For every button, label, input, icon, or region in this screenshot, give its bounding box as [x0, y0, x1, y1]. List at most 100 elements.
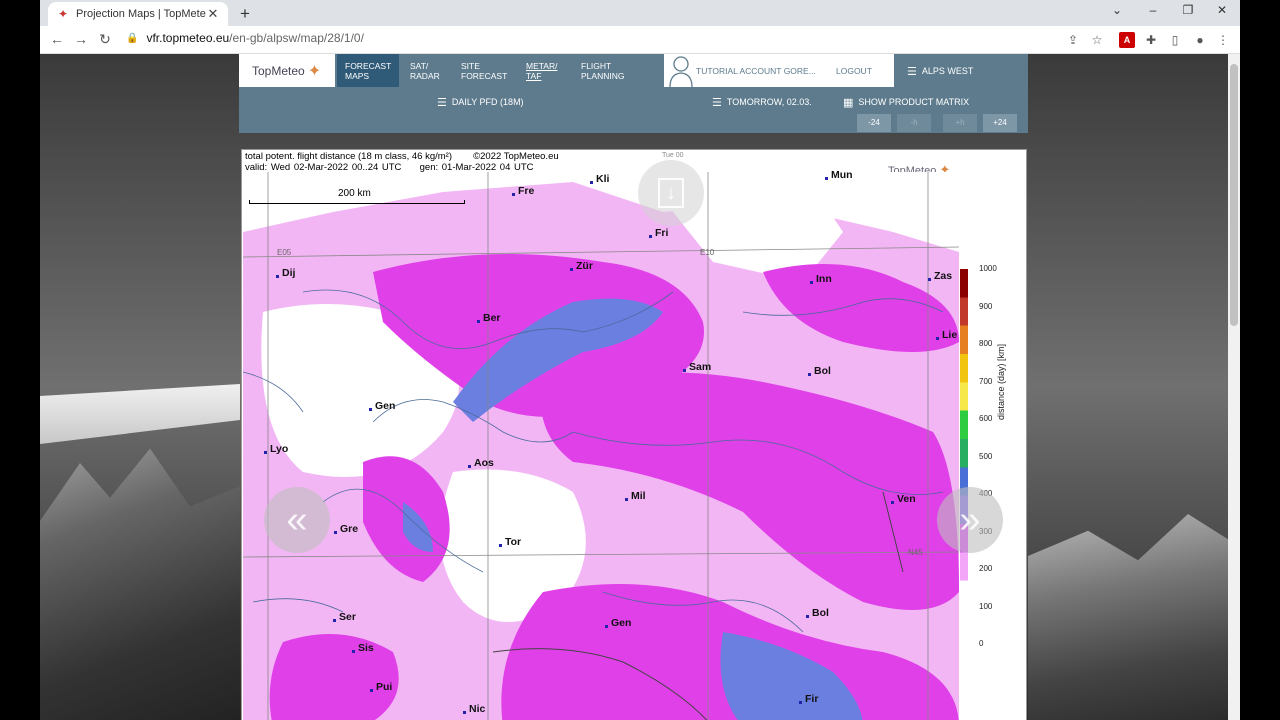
city-label: Fri — [648, 227, 669, 239]
site-header: TopMeteo ✦ FORECAST MAPS SAT/ RADAR SITE… — [239, 54, 1028, 87]
minimize-icon[interactable]: – — [1138, 3, 1168, 17]
colorbar-tick-label: 700 — [979, 376, 993, 386]
url-path: /en-gb/alpsw/map/28/1/0/ — [229, 31, 364, 45]
city-label: Dij — [275, 267, 296, 279]
grid-icon: ▦ — [843, 97, 854, 109]
download-button[interactable]: ↓ — [638, 160, 704, 226]
hamburger-icon: ☰ — [712, 97, 722, 109]
colorbar-tick-label: 100 — [979, 601, 993, 611]
step-minus-hour-button[interactable]: -h — [897, 114, 931, 132]
url-host: vfr.topmeteo.eu — [146, 31, 230, 45]
grid-label: E10 — [700, 248, 715, 257]
profile-avatar-icon[interactable]: ● — [1192, 32, 1208, 48]
nav-flight-planning[interactable]: FLIGHT PLANNING — [581, 61, 624, 81]
double-chevron-left-icon: « — [286, 498, 308, 541]
share-icon[interactable]: ⇪ — [1065, 32, 1081, 48]
extensions-puzzle-icon[interactable]: ✚ — [1143, 32, 1159, 48]
step-minus-24-button[interactable]: -24 — [857, 114, 891, 132]
logo-text: TopMeteo — [252, 63, 305, 78]
menu-kebab-icon[interactable]: ⋮ — [1215, 32, 1231, 48]
forward-icon[interactable]: → — [72, 31, 90, 47]
close-tab-icon[interactable]: ✕ — [206, 6, 220, 22]
close-window-icon[interactable]: ✕ — [1207, 3, 1237, 17]
new-tab-icon[interactable]: + — [236, 4, 254, 24]
region-selector[interactable]: ☰ ALPS WEST — [907, 65, 973, 78]
hamburger-icon: ☰ — [437, 97, 447, 109]
product-matrix-button[interactable]: ▦ SHOW PRODUCT MATRIX — [843, 96, 969, 109]
tab-title: Projection Maps | TopMeteo — [76, 8, 206, 20]
city-label: Lyo — [263, 443, 289, 455]
map-header: total potent. flight distance (18 m clas… — [245, 151, 559, 173]
scale-bar — [249, 200, 465, 204]
logout-link[interactable]: LOGOUT — [836, 66, 872, 76]
step-plus-hour-button[interactable]: +h — [943, 114, 977, 132]
grid-label: N45 — [908, 548, 923, 557]
city-label: Ber — [477, 312, 501, 324]
user-avatar-icon[interactable] — [668, 54, 694, 87]
page-scrollbar[interactable] — [1228, 54, 1240, 720]
map-title: total potent. flight distance (18 m clas… — [245, 151, 452, 162]
city-label: Gre — [333, 523, 359, 535]
grid-label: E05 — [277, 248, 292, 257]
scrollbar-thumb[interactable] — [1230, 64, 1238, 326]
nav-site-forecast[interactable]: SITE FORECAST — [461, 61, 507, 81]
city-label: Sis — [352, 642, 374, 654]
product-toolbar: ☰ DAILY PFD (18M) ☰ TOMORROW, 02.03. ▦ SHOW… — [239, 87, 1028, 133]
colorbar-tick-label: 900 — [979, 301, 993, 311]
address-bar[interactable]: 🔒 vfr.topmeteo.eu/en-gb/alpsw/map/28/1/0… — [126, 31, 364, 45]
nav-forecast-maps[interactable]: FORECAST MAPS — [337, 54, 400, 87]
city-label: Fir — [798, 693, 819, 705]
city-label: Aos — [468, 457, 494, 469]
nav-sat-radar[interactable]: SAT/ RADAR — [410, 61, 440, 81]
tab-search-icon[interactable]: ⌄ — [1102, 3, 1132, 17]
lock-icon: 🔒 — [126, 32, 139, 44]
city-label: Lie — [935, 329, 958, 341]
forecast-map[interactable]: total potent. flight distance (18 m clas… — [241, 149, 1027, 720]
colorbar-tick-label: 500 — [979, 451, 993, 461]
city-label: Bol — [808, 365, 831, 377]
web-page: TopMeteo ✦ FORECAST MAPS SAT/ RADAR SITE… — [40, 54, 1228, 720]
user-area: TUTORIAL ACCOUNT GORE... LOGOUT — [664, 54, 894, 87]
double-chevron-right-icon: » — [959, 498, 981, 541]
city-label: Bol — [806, 607, 829, 619]
glider-wing-background — [40, 384, 240, 444]
colorbar-axis-label: distance (day) [km] — [996, 343, 1006, 420]
map-time-stamp: Tue 00 — [662, 152, 684, 159]
colorbar-tick-label: 800 — [979, 339, 993, 348]
bookmark-star-icon[interactable]: ☆ — [1089, 32, 1105, 48]
date-label: TOMORROW, 02.03. — [726, 97, 812, 107]
tab-bar: ✦ Projection Maps | TopMeteo ✕ + ⌄ – ❐ ✕ — [40, 0, 1240, 26]
colorbar-tick-label: 200 — [979, 564, 993, 573]
product-selector[interactable]: ☰ DAILY PFD (18M) — [437, 96, 524, 109]
region-label: ALPS WEST — [921, 66, 974, 76]
city-label: Zas — [927, 270, 953, 282]
restore-icon[interactable]: ❐ — [1173, 3, 1203, 17]
hamburger-icon: ☰ — [907, 66, 917, 78]
colorbar-tick-label: 600 — [979, 414, 993, 423]
pdf-extension-icon[interactable]: A — [1119, 32, 1135, 48]
side-panel-icon[interactable]: ▯ — [1167, 32, 1183, 48]
date-selector[interactable]: ☰ TOMORROW, 02.03. — [712, 96, 812, 109]
city-label: Fre — [511, 185, 535, 197]
browser-window: ✦ Projection Maps | TopMeteo ✕ + ⌄ – ❐ ✕… — [40, 0, 1240, 720]
step-plus-24-button[interactable]: +24 — [983, 114, 1017, 132]
city-label: Ven — [891, 493, 916, 505]
matrix-label: SHOW PRODUCT MATRIX — [858, 97, 970, 107]
logo-star-icon: ✦ — [307, 62, 322, 80]
colorbar-tick-label: 0 — [979, 639, 984, 648]
nav-metar-taf[interactable]: METAR/ TAF — [526, 61, 557, 81]
previous-map-button[interactable]: « — [264, 487, 330, 553]
browser-tab[interactable]: ✦ Projection Maps | TopMeteo ✕ — [48, 2, 228, 26]
next-map-button[interactable]: » — [937, 487, 1003, 553]
map-copyright: ©2022 TopMeteo.eu — [473, 151, 559, 162]
city-label: Ser — [333, 611, 356, 623]
browser-toolbar: ← → ↻ 🔒 vfr.topmeteo.eu/en-gb/alpsw/map/… — [40, 26, 1240, 54]
colorbar — [960, 269, 968, 609]
back-icon[interactable]: ← — [48, 31, 66, 47]
scale-label: 200 km — [338, 188, 371, 199]
user-account-name[interactable]: TUTORIAL ACCOUNT GORE... — [696, 66, 816, 76]
reload-icon[interactable]: ↻ — [96, 31, 114, 48]
topmeteo-logo[interactable]: TopMeteo ✦ — [239, 54, 335, 87]
city-label: Zür — [570, 260, 593, 272]
city-label: Mil — [625, 490, 646, 502]
